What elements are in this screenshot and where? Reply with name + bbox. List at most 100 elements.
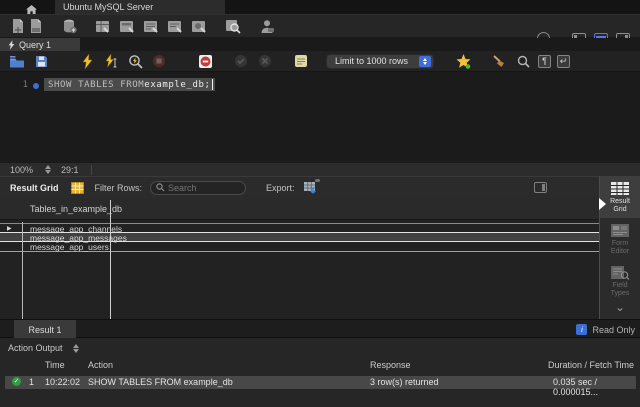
statement-marker-icon xyxy=(33,83,39,89)
sql-keywords: SHOW TABLES FROM xyxy=(48,80,144,90)
tab-query-1[interactable]: Query 1 xyxy=(0,38,80,51)
column-action: Action xyxy=(88,360,113,370)
titlebar: Ubuntu MySQL Server xyxy=(0,0,640,14)
wrap-text-icon[interactable]: ↵ xyxy=(557,55,570,68)
action-output-panel: Action Output Time Action Response Durat… xyxy=(0,338,640,407)
dropdown-arrows-icon xyxy=(419,56,431,67)
result-grid-toolbar: Result Grid Filter Rows: Export: xyxy=(0,176,599,198)
column-time: Time xyxy=(45,360,65,370)
success-check-icon: ✓ xyxy=(12,377,21,386)
result-grid: Tables_in_example_db ▶ message_app_chann… xyxy=(0,198,599,319)
code-line-1: 1 SHOW TABLES FROM example_db; xyxy=(0,78,640,91)
action-output-row[interactable]: ✓ 1 10:22:02 SHOW TABLES FROM example_db… xyxy=(5,376,636,389)
table-cell: message_app_users xyxy=(30,242,109,252)
stop-icon xyxy=(150,52,168,70)
server-admin-icon[interactable] xyxy=(258,17,276,35)
explain-icon[interactable] xyxy=(126,52,144,70)
sidebar-item-field-types[interactable]: Field Types xyxy=(600,260,640,302)
column-response: Response xyxy=(370,360,411,370)
table-row[interactable]: message_app_users xyxy=(0,242,599,252)
new-schema-icon[interactable] xyxy=(60,17,78,35)
cleanup-icon[interactable] xyxy=(490,52,508,70)
commit-icon xyxy=(232,52,250,70)
filter-search-box[interactable] xyxy=(150,181,246,195)
row-duration: 0.035 sec / 0.000015... xyxy=(553,377,636,397)
search-input[interactable] xyxy=(168,183,240,193)
new-view-icon[interactable] xyxy=(118,17,136,35)
table-row-selected[interactable]: message_app_messages xyxy=(0,232,599,242)
grid-icon xyxy=(69,179,87,197)
selected-statement: SHOW TABLES FROM example_db; xyxy=(44,78,215,91)
limit-rows-value: Limit to 1000 rows xyxy=(335,56,408,66)
column-duration: Duration / Fetch Time xyxy=(548,360,634,370)
row-response: 3 row(s) returned xyxy=(370,377,439,387)
new-event-icon[interactable] xyxy=(190,17,208,35)
main-toolbar xyxy=(0,14,640,38)
mysql-workbench-window: Ubuntu MySQL Server xyxy=(0,0,640,407)
info-icon: i xyxy=(576,324,587,335)
open-script-icon[interactable] xyxy=(26,17,44,35)
sidebar-item-label: Result Grid xyxy=(604,198,636,214)
toggle-autocommit-icon[interactable] xyxy=(292,52,310,70)
toggle-preview-panel-icon[interactable] xyxy=(534,182,547,193)
rollback-icon xyxy=(256,52,274,70)
result-grid-title: Result Grid xyxy=(10,183,59,193)
row-action: SHOW TABLES FROM example_db xyxy=(88,377,233,387)
action-output-columns: Time Action Response Duration / Fetch Ti… xyxy=(0,360,640,372)
new-table-icon[interactable] xyxy=(94,17,112,35)
column-divider[interactable] xyxy=(110,200,111,319)
result-grid-icon xyxy=(610,181,630,196)
field-types-icon xyxy=(610,265,630,280)
filter-rows-label: Filter Rows: xyxy=(95,183,143,193)
sql-identifier: example_db; xyxy=(144,80,210,90)
readonly-indicator: i Read Only xyxy=(576,324,635,335)
row-index: 1 xyxy=(29,377,34,387)
result-view-sidebar: Result Grid Form Editor Field Types ⌄ xyxy=(599,176,640,319)
active-view-pointer-icon xyxy=(599,198,606,210)
open-file-icon[interactable] xyxy=(8,52,26,70)
execute-current-icon[interactable] xyxy=(102,52,120,70)
zoom-stepper[interactable] xyxy=(45,165,51,174)
new-script-icon[interactable] xyxy=(8,17,26,35)
beautify-icon[interactable] xyxy=(454,52,472,70)
query-tab-label: Query 1 xyxy=(19,40,51,50)
search-data-icon[interactable] xyxy=(224,17,242,35)
connection-tab[interactable]: Ubuntu MySQL Server xyxy=(55,0,225,14)
result-tab-label: Result 1 xyxy=(28,325,61,335)
bolt-icon xyxy=(8,40,15,50)
text-caret xyxy=(212,79,213,90)
tab-result-1[interactable]: Result 1 xyxy=(14,320,76,339)
sidebar-item-label: Form Editor xyxy=(604,240,636,256)
action-output-selector[interactable] xyxy=(73,344,79,353)
execute-icon[interactable] xyxy=(78,52,96,70)
search-icon xyxy=(156,183,165,192)
save-icon[interactable] xyxy=(32,52,50,70)
zoom-level: 100% xyxy=(10,165,33,175)
sidebar-more-chevron-icon[interactable]: ⌄ xyxy=(600,302,640,312)
result-grid-header[interactable]: Tables_in_example_db xyxy=(0,198,599,220)
editor-toolbar: Limit to 1000 rows ¶ ↵ xyxy=(0,51,640,72)
toggle-stop-on-error-icon[interactable] xyxy=(196,52,214,70)
sql-editor[interactable]: 1 SHOW TABLES FROM example_db; xyxy=(0,72,640,162)
editor-statusbar: 100% 29:1 xyxy=(0,162,640,176)
splitter-handle[interactable] xyxy=(315,179,320,182)
limit-rows-dropdown[interactable]: Limit to 1000 rows xyxy=(326,54,434,69)
gutter-divider xyxy=(22,222,23,319)
connection-tab-label: Ubuntu MySQL Server xyxy=(63,2,153,12)
form-editor-icon xyxy=(610,223,630,238)
show-invisibles-icon[interactable]: ¶ xyxy=(538,55,551,68)
sidebar-item-form-editor[interactable]: Form Editor xyxy=(600,218,640,260)
sidebar-item-result-grid[interactable]: Result Grid xyxy=(600,176,640,218)
caret-position: 29:1 xyxy=(61,165,79,175)
line-number: 1 xyxy=(14,80,28,90)
action-output-title: Action Output xyxy=(8,343,63,353)
query-tab-bar: Query 1 xyxy=(0,38,640,51)
new-function-icon[interactable] xyxy=(166,17,184,35)
new-procedure-icon[interactable] xyxy=(142,17,160,35)
row-time: 10:22:02 xyxy=(45,377,80,387)
find-icon[interactable] xyxy=(514,52,532,70)
export-label: Export: xyxy=(266,183,295,193)
result-tab-bar: Result 1 i Read Only xyxy=(0,319,640,338)
readonly-label: Read Only xyxy=(592,325,635,335)
column-header-label: Tables_in_example_db xyxy=(30,204,122,214)
